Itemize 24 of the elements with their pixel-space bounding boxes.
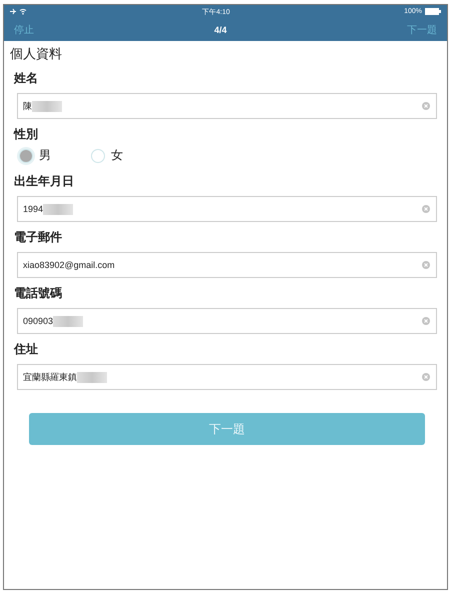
field-label: 性別: [14, 126, 38, 143]
radio-label[interactable]: 男: [39, 147, 51, 164]
field-label: 出生年月日: [14, 173, 74, 190]
input-field[interactable]: 宜蘭縣羅東鎮: [17, 364, 437, 390]
clear-icon[interactable]: [422, 261, 430, 269]
clear-icon[interactable]: [422, 205, 430, 213]
clear-icon[interactable]: [422, 102, 430, 110]
radio-label[interactable]: 女: [111, 147, 123, 164]
input-field[interactable]: 1994: [17, 196, 437, 222]
page-counter: 4/4: [214, 24, 227, 34]
field-label: 姓名: [14, 70, 38, 87]
field-label: 電子郵件: [14, 229, 62, 246]
input-field[interactable]: 陳: [17, 93, 437, 119]
radio-button[interactable]: [19, 148, 33, 162]
radio-button[interactable]: [91, 148, 105, 162]
clear-icon[interactable]: [422, 373, 430, 381]
field-label: 住址: [14, 341, 38, 358]
section-title: 個人資料: [10, 45, 63, 63]
input-field[interactable]: 090903: [17, 308, 437, 334]
airplane-wifi-icon: [10, 8, 28, 15]
field-label: 電話號碼: [14, 285, 62, 302]
battery-icon: [425, 8, 441, 15]
input-field[interactable]: xiao83902@gmail.com: [17, 252, 437, 278]
clear-icon[interactable]: [422, 317, 430, 325]
